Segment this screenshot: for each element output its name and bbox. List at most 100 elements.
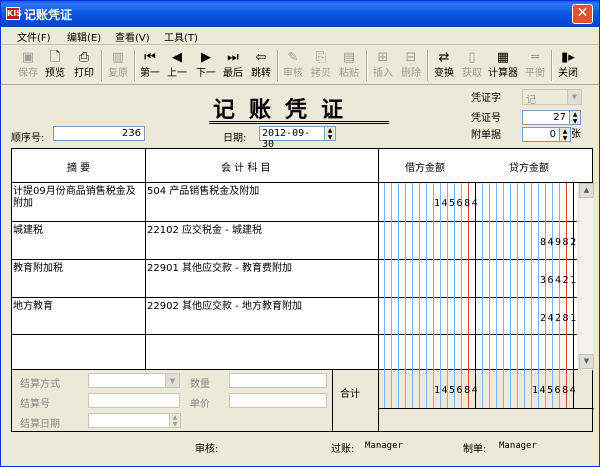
row-account[interactable]: 22102 应交税金 - 城建税	[147, 225, 262, 237]
voucher-number-label: 凭证号	[471, 113, 501, 124]
title-underline	[209, 121, 389, 124]
unit-price-label: 单价	[190, 399, 210, 410]
grid-vertical-scrollbar[interactable]: ▲ ▼	[578, 183, 594, 370]
total-digit-grid	[378, 370, 594, 409]
audit-label: 审核:	[195, 444, 219, 455]
window-close-button[interactable]: ✕	[572, 4, 593, 24]
row-summary[interactable]: 计提09月份商品销售税金及附加	[13, 186, 143, 210]
save-icon: ▣	[21, 50, 35, 65]
jump-icon: ⇦	[255, 50, 267, 65]
copy-icon: ⎘	[315, 50, 327, 65]
balance-button[interactable]: ═ 平衡	[521, 48, 549, 83]
row-credit-amount[interactable]: 24281	[540, 313, 578, 324]
post-label: 过账:	[331, 444, 355, 455]
total-debit-amount: 145684	[434, 385, 480, 396]
row-summary[interactable]: 教育附加税	[13, 263, 63, 275]
sequence-label: 顺序号:	[11, 133, 45, 144]
scroll-up-icon[interactable]: ▲	[579, 183, 594, 198]
row-summary[interactable]: 城建税	[13, 225, 43, 237]
window-title: 记账凭证	[24, 8, 73, 22]
transform-icon: ⇄	[438, 50, 450, 65]
voucher-entry-grid: 摘 要 会 计 科 目 借方金额 贷方金额 计提09月份商品销售税金及附加 50…	[11, 148, 594, 371]
balance-icon: ═	[531, 50, 539, 65]
row-account[interactable]: 22901 其他应交款 - 教育费附加	[147, 263, 292, 275]
row-credit-amount[interactable]: 84982	[540, 237, 578, 248]
settlement-method-label: 结算方式	[20, 379, 60, 390]
settlement-number-field[interactable]	[88, 393, 180, 408]
menu-edit[interactable]: 编辑(E)	[67, 29, 101, 44]
menu-tools[interactable]: 工具(T)	[164, 29, 198, 44]
menu-file[interactable]: 文件(F)	[17, 29, 51, 44]
next-icon: ▶	[201, 50, 211, 65]
attachment-unit: 张	[571, 129, 581, 140]
first-icon: ⏮	[144, 50, 156, 65]
voucher-word-select[interactable]: 记 ▼	[522, 89, 582, 106]
preview-icon: 🗋	[49, 50, 61, 65]
attachment-stepper[interactable]: ▲ ▼	[559, 127, 571, 142]
quantity-label: 数量	[190, 379, 210, 390]
sequence-number-field[interactable]: 236	[53, 126, 145, 141]
print-button[interactable]: ⎙ 打印	[70, 48, 98, 83]
date-field[interactable]: 2012-09-30	[259, 126, 325, 150]
audit-icon: ✎	[287, 50, 299, 65]
toolbar: ▣ 保存 🗋 预览 ⎙ 打印 ▥ 复原 ⏮ 第一 ◀ 上一 ▶ 下一 ⏭ 最后 ⇦ 跳转 ✎ 审核 …	[1, 46, 599, 85]
settlement-date-stepper[interactable]: ▲ ▼	[169, 413, 181, 428]
voucher-word-label: 凭证字	[471, 93, 501, 104]
fetch-icon: ▯	[468, 50, 476, 65]
column-divider	[145, 149, 146, 371]
row-summary[interactable]: 地方教育	[13, 301, 53, 313]
settlement-date-field[interactable]	[88, 413, 170, 428]
header-summary: 摘 要	[67, 163, 91, 174]
attachment-label: 附单据	[471, 130, 501, 141]
total-credit-amount: 145684	[532, 385, 578, 396]
restore-button[interactable]: ▥ 复原	[104, 48, 132, 83]
chevron-down-icon: ▼	[567, 90, 581, 104]
scroll-down-icon[interactable]: ▼	[579, 354, 594, 369]
prev-button[interactable]: ◀ 上一	[163, 48, 191, 83]
row-account[interactable]: 22902 其他应交款 - 地方教育附加	[147, 301, 302, 313]
settlement-number-label: 结算号	[20, 399, 50, 410]
quantity-field[interactable]	[229, 373, 327, 388]
total-label: 合计	[340, 389, 360, 400]
unit-price-field[interactable]	[229, 393, 327, 408]
calculator-button[interactable]: ▦ 计算器	[488, 48, 518, 83]
total-divider	[332, 370, 333, 432]
paste-icon: ▤	[342, 50, 356, 65]
fetch-button[interactable]: ▯ 获取	[458, 48, 486, 83]
date-stepper[interactable]: ▲ ▼	[324, 126, 336, 141]
app-logo-icon: KIS	[6, 7, 22, 20]
jump-button[interactable]: ⇦ 跳转	[247, 48, 275, 83]
maker-value: Manager	[499, 441, 537, 451]
menu-bar: 文件(F) 编辑(E) 查看(V) 工具(T)	[1, 27, 599, 45]
voucher-title: 记账凭证	[213, 97, 358, 123]
preview-button[interactable]: 🗋 预览	[41, 48, 69, 83]
row-credit-amount[interactable]: 36421	[540, 275, 578, 286]
paste-button[interactable]: ▤ 粘贴	[335, 48, 363, 83]
voucher-window: KIS 记账凭证 ✕ 文件(F) 编辑(E) 查看(V) 工具(T) ▣ 保存 🗋…	[0, 0, 600, 467]
close-button[interactable]: ▮▸ 关闭	[554, 48, 582, 83]
prev-icon: ◀	[172, 50, 182, 65]
header-debit: 借方金额	[405, 163, 445, 174]
date-label: 日期:	[223, 133, 247, 144]
title-bar[interactable]: KIS 记账凭证 ✕	[1, 1, 599, 27]
calculator-icon: ▦	[496, 50, 510, 65]
settlement-panel: 结算方式 ▼ 结算号 结算日期 ▲ ▼ 数量 单价 合计 145684 14568…	[11, 370, 594, 432]
header-account: 会 计 科 目	[221, 163, 271, 174]
restore-icon: ▥	[111, 50, 125, 65]
last-icon: ⏭	[227, 50, 239, 65]
post-value: Manager	[365, 441, 403, 451]
voucher-number-stepper[interactable]: ▲ ▼	[569, 110, 581, 125]
attachment-count-field[interactable]: 0	[522, 127, 560, 142]
close-door-icon: ▮▸	[561, 50, 575, 65]
insert-icon: ⊞	[377, 50, 389, 65]
voucher-number-field[interactable]: 27	[522, 110, 570, 125]
row-account[interactable]: 504 产品销售税金及附加	[147, 186, 259, 198]
row-debit-amount[interactable]: 145684	[434, 198, 479, 209]
delete-button[interactable]: ⊟ 删除	[397, 48, 425, 83]
delete-icon: ⊟	[405, 50, 417, 65]
menu-view[interactable]: 查看(V)	[115, 29, 150, 44]
chevron-down-icon: ▼	[165, 374, 179, 387]
settlement-date-label: 结算日期	[20, 419, 60, 430]
settlement-method-select[interactable]: ▼	[88, 373, 180, 388]
print-icon: ⎙	[78, 50, 90, 65]
